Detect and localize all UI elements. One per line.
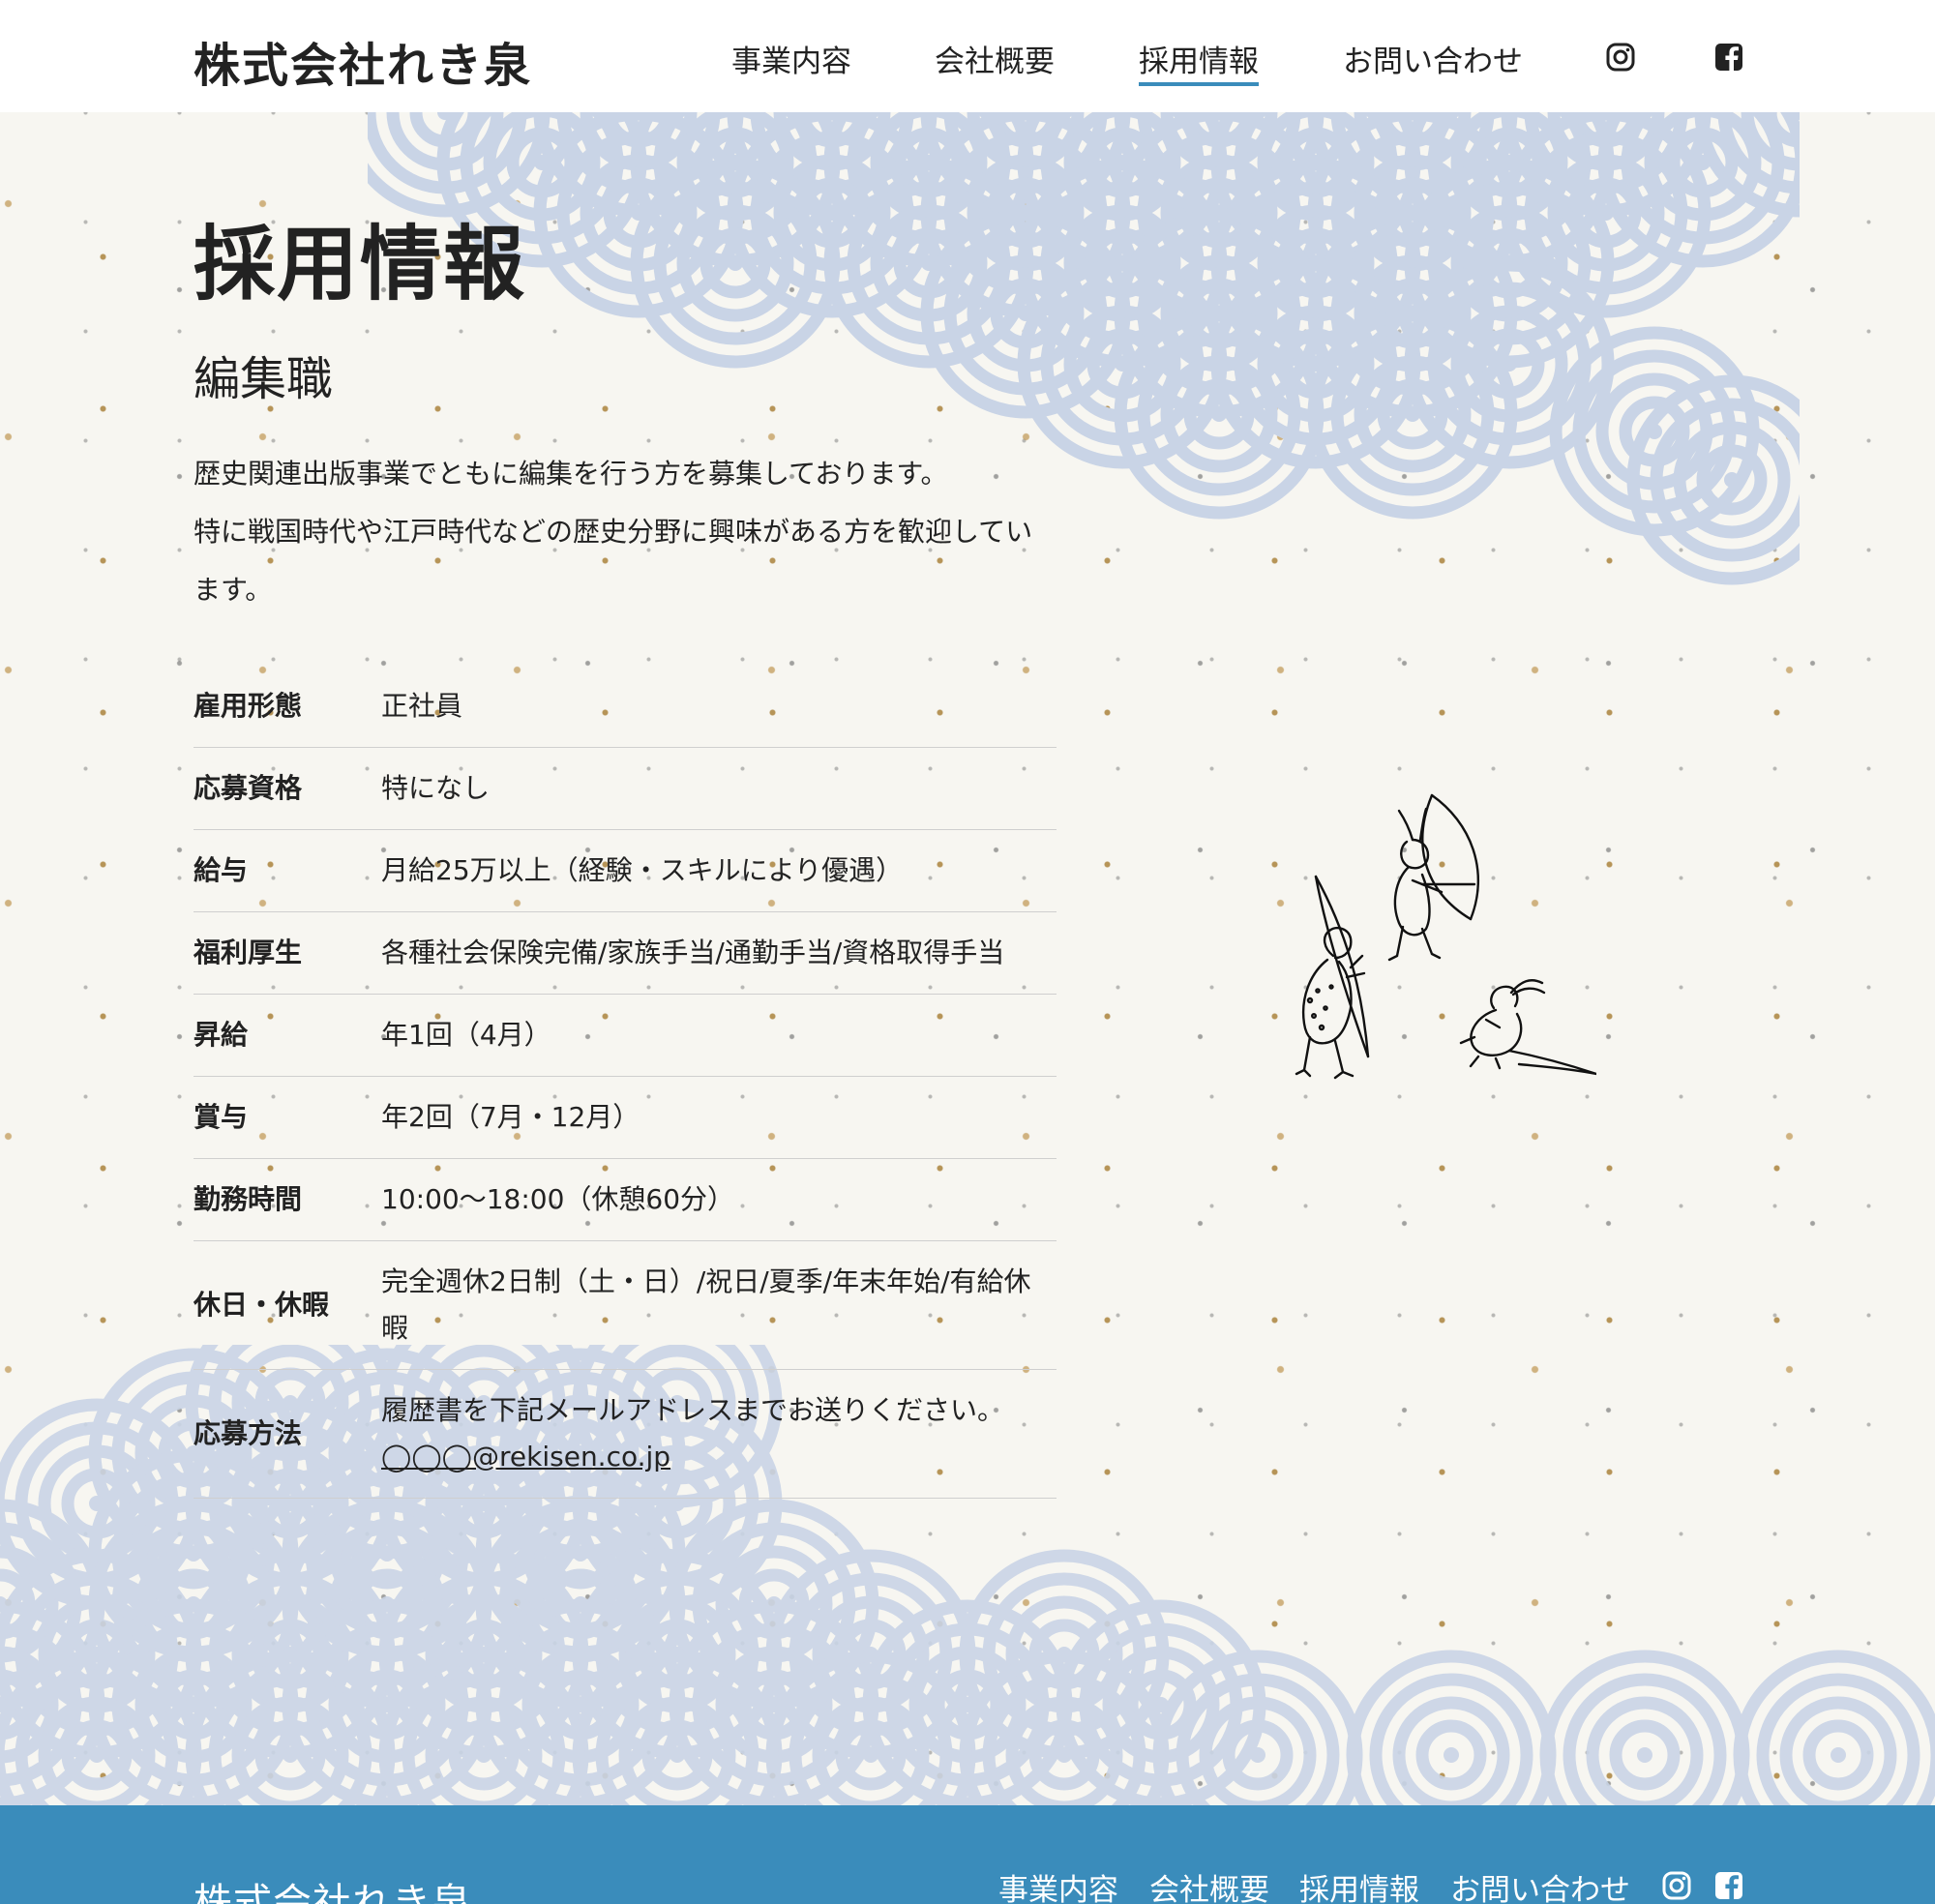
info-value: 年1回（4月） [381,1019,551,1051]
info-value: 10:00〜18:00（休憩60分） [381,1183,735,1215]
info-row-bonus: 賞与 年2回（7月・12月） [194,1077,1057,1159]
info-label: 雇用形態 [194,690,303,722]
info-row-benefits: 福利厚生 各種社会保険完備/家族手当/通勤手当/資格取得手当 [194,912,1057,995]
info-value: 完全週休2日制（土・日）/祝日/夏季/年末年始/有給休暇 [381,1265,1031,1344]
info-value: 年2回（7月・12月） [381,1101,640,1133]
info-row-working-hours: 勤務時間 10:00〜18:00（休憩60分） [194,1159,1057,1241]
info-value: 正社員 [381,690,463,722]
info-row-raise: 昇給 年1回（4月） [194,995,1057,1077]
info-label: 福利厚生 [194,937,303,968]
info-value: 各種社会保険完備/家族手当/通勤手当/資格取得手当 [381,937,1005,968]
nav-link-company[interactable]: 会社概要 [935,37,1055,80]
footer-nav-link-contact[interactable]: お問い合わせ [1450,1865,1630,1904]
footer-facebook-icon[interactable] [1714,1871,1743,1904]
job-description: 歴史関連出版事業でともに編集を行う方を募集しております。 特に戦国時代や江戸時代… [194,445,1045,619]
info-label: 応募資格 [194,772,303,804]
facebook-icon[interactable] [1714,43,1743,75]
site-logo[interactable]: 株式会社れき泉 [194,27,532,95]
nav-link-contact[interactable]: お問い合わせ [1343,37,1523,80]
instagram-icon[interactable] [1606,43,1635,75]
info-label: 勤務時間 [194,1183,303,1215]
application-email-link[interactable]: ◯◯◯@rekisen.co.jp [381,1434,1057,1480]
info-label: 応募方法 [194,1417,303,1449]
footer-nav-link-company[interactable]: 会社概要 [1149,1865,1269,1904]
job-title: 編集職 [194,352,334,406]
info-label: 休日・休暇 [194,1289,330,1321]
footer-instagram-icon[interactable] [1662,1871,1691,1904]
info-label: 賞与 [194,1101,249,1133]
description-line: 特に戦国時代や江戸時代などの歴史分野に興味がある方を歓迎しています。 [194,516,1033,606]
description-line: 歴史関連出版事業でともに編集を行う方を募集しております。 [194,458,948,490]
info-value: 特になし [381,772,491,804]
info-row-salary: 給与 月給25万以上（経験・スキルにより優遇） [194,830,1057,912]
nav-link-business[interactable]: 事業内容 [731,37,851,80]
application-instructions: 履歴書を下記メールアドレスまでお送りください。 [381,1394,1005,1426]
site-footer: 株式会社れき泉 事業内容 会社概要 採用情報 お問い合わせ [0,1805,1935,1904]
info-row-employment-type: 雇用形態 正社員 [194,666,1057,748]
choju-giga-illustration [1295,793,1596,1080]
job-info-table: 雇用形態 正社員 応募資格 特になし 給与 月給25万以上（経験・スキルにより優… [194,666,1057,1499]
footer-nav-link-business[interactable]: 事業内容 [998,1865,1118,1904]
info-row-application: 応募方法 履歴書を下記メールアドレスまでお送りください。 ◯◯◯@rekisen… [194,1370,1057,1499]
info-row-qualification: 応募資格 特になし [194,748,1057,830]
site-header: 株式会社れき泉 事業内容 会社概要 採用情報 お問い合わせ [0,0,1935,112]
info-value: 月給25万以上（経験・スキルにより優遇） [381,854,904,886]
info-value: 履歴書を下記メールアドレスまでお送りください。 ◯◯◯@rekisen.co.j… [381,1387,1057,1480]
page-title: 採用情報 [194,217,527,312]
info-row-holidays: 休日・休暇 完全週休2日制（土・日）/祝日/夏季/年末年始/有給休暇 [194,1241,1057,1370]
info-label: 給与 [194,854,249,886]
footer-nav-link-recruit[interactable]: 採用情報 [1299,1865,1419,1904]
footer-logo[interactable]: 株式会社れき泉 [194,1871,471,1904]
nav-link-recruit[interactable]: 採用情報 [1139,37,1259,86]
info-label: 昇給 [194,1019,249,1051]
